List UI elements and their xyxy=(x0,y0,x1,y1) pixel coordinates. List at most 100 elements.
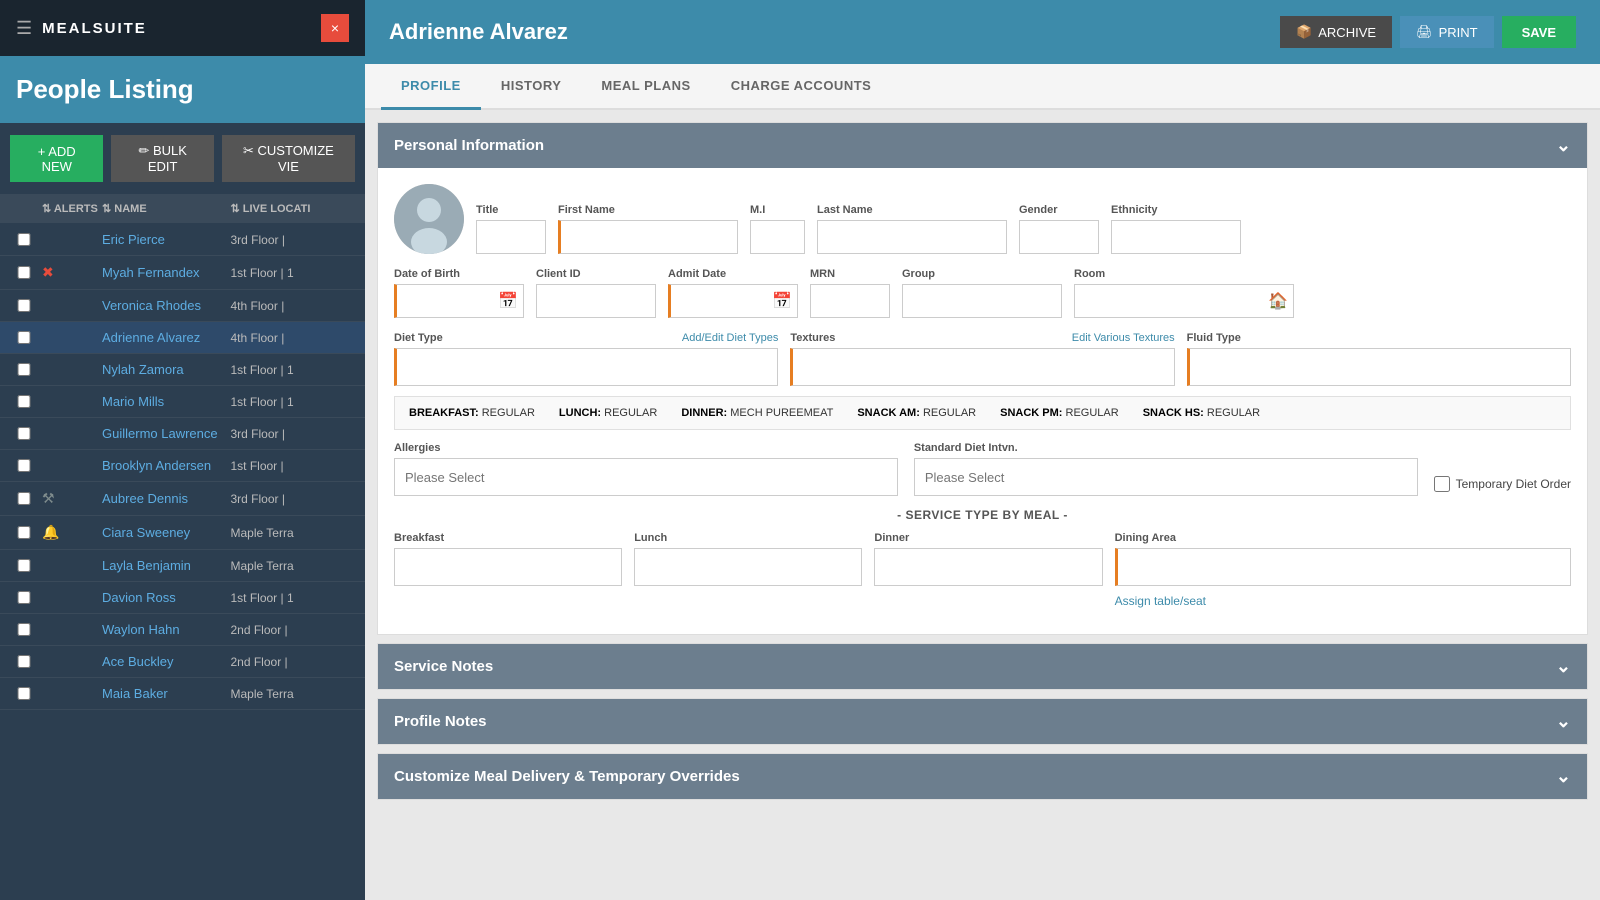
person-name[interactable]: Maia Baker xyxy=(102,686,231,701)
row-checkbox[interactable] xyxy=(6,623,42,636)
person-name[interactable]: Mario Mills xyxy=(102,394,231,409)
row-checkbox[interactable] xyxy=(6,526,42,539)
person-location: 2nd Floor | xyxy=(231,655,360,669)
person-name[interactable]: Veronica Rhodes xyxy=(102,298,231,313)
lastname-input[interactable]: Alvarez xyxy=(817,220,1007,254)
hamburger-icon[interactable]: ☰ xyxy=(16,18,32,39)
tab-meal-plans[interactable]: MEAL PLANS xyxy=(581,64,710,110)
allergy-row: Allergies Standard Diet Intvn. Temporary… xyxy=(394,442,1571,496)
firstname-input[interactable]: Adrienne xyxy=(558,220,738,254)
room-label: Room xyxy=(1074,268,1294,280)
group-input[interactable]: Assisted Living xyxy=(902,284,1062,318)
group-label: Group xyxy=(902,268,1062,280)
std-diet-input[interactable] xyxy=(914,458,1418,496)
person-name[interactable]: Waylon Hahn xyxy=(102,622,231,637)
mi-field: M.I L xyxy=(750,204,805,254)
person-name[interactable]: Myah Fernandex xyxy=(102,265,231,280)
temp-diet-label: Temporary Diet Order xyxy=(1456,477,1571,491)
ethnicity-input[interactable] xyxy=(1111,220,1241,254)
room-input[interactable]: Cranston | Hopetown | 3rd xyxy=(1074,284,1294,318)
ethnicity-field: Ethnicity xyxy=(1111,204,1241,254)
customize-header[interactable]: Customize Meal Delivery & Temporary Over… xyxy=(378,754,1587,799)
row-checkbox[interactable] xyxy=(6,299,42,312)
customize-view-button[interactable]: ✂ CUSTOMIZE VIE xyxy=(222,135,355,182)
lastname-field: Last Name Alvarez xyxy=(817,204,1007,254)
calendar-icon-admit[interactable]: 📅 xyxy=(772,291,792,311)
person-name[interactable]: Guillermo Lawrence xyxy=(102,426,231,441)
service-notes-header[interactable]: Service Notes ⌄ xyxy=(378,644,1587,689)
row-checkbox[interactable] xyxy=(6,559,42,572)
archive-button[interactable]: 📦 ARCHIVE xyxy=(1280,16,1392,48)
person-location: 1st Floor | 1 xyxy=(231,363,360,377)
print-button[interactable]: 🖨 PRINT xyxy=(1400,16,1494,48)
temp-diet-checkbox[interactable] xyxy=(1434,476,1450,492)
person-name[interactable]: Brooklyn Andersen xyxy=(102,458,231,473)
row-checkbox[interactable] xyxy=(6,655,42,668)
tabs-bar: PROFILE HISTORY MEAL PLANS CHARGE ACCOUN… xyxy=(365,64,1600,110)
bulk-edit-button[interactable]: ✏ BULK EDIT xyxy=(111,135,213,182)
person-name[interactable]: Davion Ross xyxy=(102,590,231,605)
fluid-type-input[interactable]: Regular xyxy=(1187,348,1571,386)
textures-input[interactable]: Regular xyxy=(790,348,1174,386)
person-name[interactable]: Nylah Zamora xyxy=(102,362,231,377)
diet-type-field: Diet Type Add/Edit Diet Types Regular xyxy=(394,332,778,386)
calendar-icon[interactable]: 📅 xyxy=(498,291,518,311)
add-edit-diet-link[interactable]: Add/Edit Diet Types xyxy=(682,332,778,344)
person-name[interactable]: Layla Benjamin xyxy=(102,558,231,573)
personal-info-header[interactable]: Personal Information ⌄ xyxy=(378,123,1587,168)
close-button[interactable]: × xyxy=(321,14,349,42)
col-alerts[interactable]: ⇅ ALERTS xyxy=(42,202,102,215)
sidebar-header: ☰ MEALSUITE × xyxy=(0,0,365,56)
clientid-input[interactable]: 3156324 xyxy=(536,284,656,318)
col-name[interactable]: ⇅ NAME xyxy=(102,202,231,215)
person-name[interactable]: Adrienne Alvarez xyxy=(102,330,231,345)
row-checkbox[interactable] xyxy=(6,233,42,246)
home-icon[interactable]: 🏠 xyxy=(1268,291,1288,311)
dob-field: Date of Birth 04/12/58 📅 xyxy=(394,268,524,318)
dining-area-input[interactable]: Hopetown DR xyxy=(1115,548,1571,586)
breakfast-summary: BREAKFAST: REGULAR xyxy=(409,407,535,419)
breakfast-service-input[interactable]: Non Select xyxy=(394,548,622,586)
row-checkbox[interactable] xyxy=(6,331,42,344)
tab-charge-accounts[interactable]: CHARGE ACCOUNTS xyxy=(711,64,892,110)
row-checkbox[interactable] xyxy=(6,687,42,700)
col-location[interactable]: ⇅ LIVE LOCATI xyxy=(231,202,360,215)
profile-notes-header[interactable]: Profile Notes ⌄ xyxy=(378,699,1587,744)
row-checkbox[interactable] xyxy=(6,427,42,440)
mi-input[interactable]: L xyxy=(750,220,805,254)
breakfast-service-label: Breakfast xyxy=(394,532,622,544)
patient-name-title: Adrienne Alvarez xyxy=(389,19,568,45)
textures-field: Textures Edit Various Textures Regular xyxy=(790,332,1174,386)
dinner-service-input[interactable]: Non Select xyxy=(874,548,1102,586)
row-checkbox[interactable] xyxy=(6,591,42,604)
row-checkbox[interactable] xyxy=(6,266,42,279)
mrn-input[interactable] xyxy=(810,284,890,318)
main-content: Adrienne Alvarez 📦 ARCHIVE 🖨 PRINT SAVE … xyxy=(365,0,1600,900)
person-location: Maple Terra xyxy=(231,526,360,540)
row-checkbox[interactable] xyxy=(6,395,42,408)
edit-textures-link[interactable]: Edit Various Textures xyxy=(1072,332,1175,344)
tab-history[interactable]: HISTORY xyxy=(481,64,582,110)
row-checkbox[interactable] xyxy=(6,459,42,472)
gender-field: Gender Male xyxy=(1019,204,1099,254)
gender-input[interactable]: Male xyxy=(1019,220,1099,254)
customize-title: Customize Meal Delivery & Temporary Over… xyxy=(394,768,740,785)
save-button[interactable]: SAVE xyxy=(1502,16,1576,48)
row-checkbox[interactable] xyxy=(6,492,42,505)
title-input[interactable]: Mrs. xyxy=(476,220,546,254)
diet-type-input[interactable]: Regular xyxy=(394,348,778,386)
clientid-label: Client ID xyxy=(536,268,656,280)
person-name[interactable]: Aubree Dennis xyxy=(102,491,231,506)
list-item: Nylah Zamora 1st Floor | 1 xyxy=(0,354,365,386)
allergies-input[interactable] xyxy=(394,458,898,496)
person-name[interactable]: Eric Pierce xyxy=(102,232,231,247)
lunch-service-input[interactable]: Non Select xyxy=(634,548,862,586)
add-new-button[interactable]: + ADD NEW xyxy=(10,135,103,182)
col-checkbox xyxy=(6,202,42,215)
assign-table-link[interactable]: Assign table/seat xyxy=(1115,594,1571,608)
person-name[interactable]: Ace Buckley xyxy=(102,654,231,669)
row-checkbox[interactable] xyxy=(6,363,42,376)
person-name[interactable]: Ciara Sweeney xyxy=(102,525,231,540)
tab-profile[interactable]: PROFILE xyxy=(381,64,481,110)
app-logo: MEALSUITE xyxy=(42,20,147,37)
